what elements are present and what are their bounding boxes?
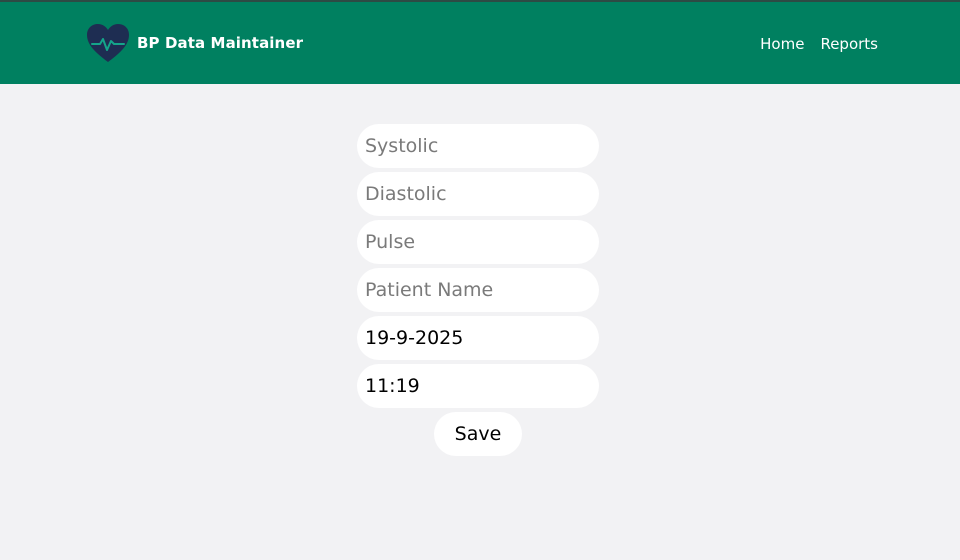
diastolic-input[interactable] — [357, 172, 599, 216]
date-input[interactable] — [357, 316, 599, 360]
heart-pulse-icon — [86, 23, 130, 63]
bp-entry-form — [357, 124, 599, 412]
nav-link-reports[interactable]: Reports — [820, 35, 878, 53]
nav-link-home[interactable]: Home — [760, 35, 804, 53]
main-nav: Home Reports — [760, 35, 878, 53]
top-navbar: BP Data Maintainer Home Reports — [0, 0, 960, 84]
patient-name-input[interactable] — [357, 268, 599, 312]
save-button[interactable]: Save — [434, 412, 522, 456]
pulse-input[interactable] — [357, 220, 599, 264]
systolic-input[interactable] — [357, 124, 599, 168]
app-title: BP Data Maintainer — [137, 34, 304, 52]
time-input[interactable] — [357, 364, 599, 408]
brand[interactable]: BP Data Maintainer — [86, 22, 303, 64]
